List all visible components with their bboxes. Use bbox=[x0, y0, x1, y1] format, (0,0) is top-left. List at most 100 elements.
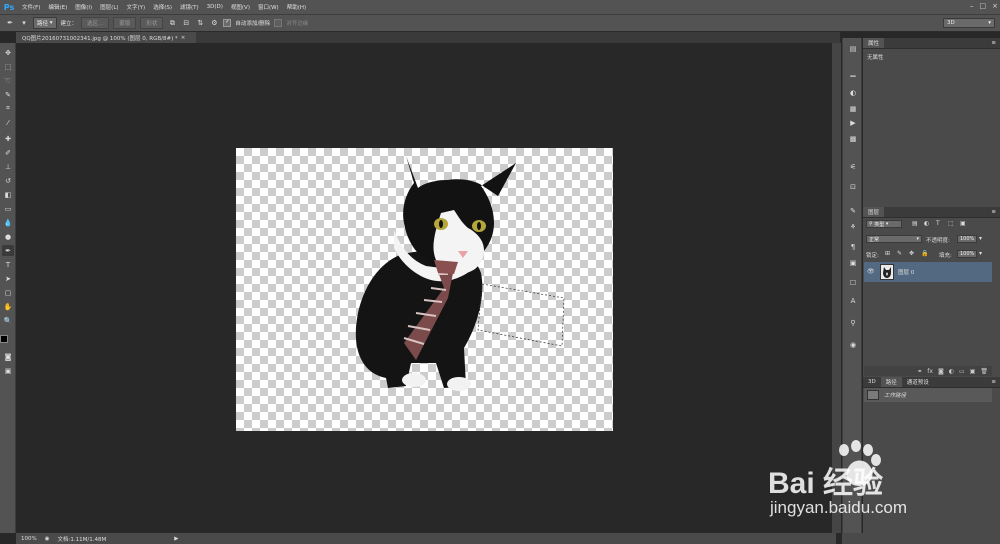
foreground-color-swatch[interactable] bbox=[0, 335, 8, 343]
status-icon[interactable]: ◉ bbox=[45, 536, 50, 542]
adjustment-layer-icon[interactable]: ◐ bbox=[949, 368, 954, 375]
filter-smart-object-icon[interactable]: ▣ bbox=[960, 220, 966, 227]
path-row[interactable]: 工作路径 bbox=[864, 388, 992, 402]
clone-stamp-tool-icon[interactable]: ⊥ bbox=[2, 161, 14, 172]
fill-dropdown-icon[interactable]: ▾ bbox=[979, 250, 982, 257]
type-tool-icon[interactable]: T bbox=[2, 259, 14, 270]
clone-source-panel-icon[interactable]: ⚘ bbox=[847, 222, 859, 232]
opacity-field[interactable]: 100% bbox=[957, 235, 977, 243]
menu-select[interactable]: 选择(S) bbox=[149, 3, 176, 11]
screen-mode-icon[interactable]: ▣ bbox=[2, 365, 14, 376]
blend-mode-select[interactable]: 正常 ▾ bbox=[866, 235, 922, 243]
menu-edit[interactable]: 编辑(E) bbox=[44, 3, 71, 11]
menu-file[interactable]: 文件(F) bbox=[18, 3, 44, 11]
move-tool-icon[interactable]: ✥ bbox=[2, 47, 14, 58]
paths-panel-menu-icon[interactable]: ≡ bbox=[991, 379, 1000, 385]
dodge-tool-icon[interactable]: ● bbox=[2, 231, 14, 242]
history-panel-icon[interactable]: ▤ bbox=[847, 44, 859, 54]
styles-panel-icon[interactable]: ▩ bbox=[847, 134, 859, 144]
canvas-document[interactable] bbox=[236, 148, 613, 431]
fill-field[interactable]: 100% bbox=[957, 250, 977, 258]
settings-gear-icon[interactable]: ⚙ bbox=[209, 18, 219, 28]
rectangle-tool-icon[interactable]: ▢ bbox=[2, 287, 14, 298]
quick-select-tool-icon[interactable]: ✎ bbox=[2, 89, 14, 100]
zoom-tool-icon[interactable]: 🔍 bbox=[2, 315, 14, 326]
menu-help[interactable]: 帮助(H) bbox=[283, 3, 310, 11]
brush-panel-icon[interactable]: ✎ bbox=[847, 206, 859, 216]
brush-tool-icon[interactable]: ✐ bbox=[2, 147, 14, 158]
history-brush-tool-icon[interactable]: ↺ bbox=[2, 175, 14, 186]
minimize-button[interactable]: – bbox=[970, 2, 974, 10]
make-mask-button[interactable]: 蒙版 bbox=[113, 17, 137, 29]
path-operations-icon[interactable]: ⧉ bbox=[167, 18, 177, 28]
actions-panel-icon[interactable]: ▶ bbox=[847, 118, 859, 128]
path-arrangement-icon[interactable]: ⇅ bbox=[195, 18, 205, 28]
eyedropper-tool-icon[interactable]: ⁄ bbox=[2, 117, 14, 128]
navigator-panel-icon[interactable]: ⊡ bbox=[847, 182, 859, 192]
lock-position-icon[interactable]: ✥ bbox=[909, 250, 914, 257]
character-styles-panel-icon[interactable]: ▣ bbox=[847, 258, 859, 268]
glyph-panel-icon[interactable]: ☐ bbox=[847, 278, 859, 288]
menu-image[interactable]: 图像(I) bbox=[71, 3, 96, 11]
delete-layer-icon[interactable]: 🗑 bbox=[980, 368, 988, 375]
panel-menu-icon[interactable]: ≡ bbox=[991, 40, 1000, 46]
histogram-panel-icon[interactable]: ▁ bbox=[847, 68, 859, 78]
tool-presets-panel-icon[interactable]: ⚲ bbox=[847, 318, 859, 328]
layer-row[interactable]: 👁 图层 0 bbox=[864, 262, 992, 282]
opacity-dropdown-icon[interactable]: ▾ bbox=[979, 235, 982, 242]
zoom-level[interactable]: 100% bbox=[21, 536, 37, 542]
blur-tool-icon[interactable]: 💧 bbox=[2, 217, 14, 228]
menu-layer[interactable]: 图层(L) bbox=[96, 3, 122, 11]
tab-channels[interactable]: 通道预设 bbox=[902, 377, 934, 387]
layer-style-icon[interactable]: fx bbox=[927, 368, 933, 375]
workspace-select[interactable]: 3D ▾ bbox=[943, 18, 995, 28]
adjustments-panel-icon[interactable]: ⚟ bbox=[847, 162, 859, 172]
close-button[interactable]: × bbox=[992, 2, 998, 10]
path-alignment-icon[interactable]: ⊟ bbox=[181, 18, 191, 28]
gradient-tool-icon[interactable]: ▭ bbox=[2, 203, 14, 214]
vertical-scrollbar[interactable] bbox=[832, 43, 841, 533]
menu-3d[interactable]: 3D(D) bbox=[203, 4, 227, 10]
lock-pixels-icon[interactable]: ✎ bbox=[897, 250, 902, 257]
path-selection-tool-icon[interactable]: ➤ bbox=[2, 273, 14, 284]
swatches-panel-icon[interactable]: ▦ bbox=[847, 104, 859, 114]
layers-panel-menu-icon[interactable]: ≡ bbox=[991, 209, 1000, 215]
document-tab[interactable]: QQ图片20160731002341.jpg @ 100% (图层 0, RGB… bbox=[16, 32, 196, 43]
hand-tool-icon[interactable]: ✋ bbox=[2, 301, 14, 312]
paragraph-panel-icon[interactable]: ¶ bbox=[847, 242, 859, 252]
menu-view[interactable]: 视图(V) bbox=[227, 3, 254, 11]
filter-pixel-icon[interactable]: ▤ bbox=[912, 220, 918, 227]
status-menu-arrow-icon[interactable]: ▶ bbox=[174, 536, 178, 542]
pen-tool-icon[interactable]: ✒ bbox=[5, 18, 15, 28]
filter-adjustment-icon[interactable]: ◐ bbox=[924, 220, 929, 227]
3d-panel-icon[interactable]: ◉ bbox=[847, 340, 859, 350]
lock-transparent-icon[interactable]: ⊞ bbox=[885, 250, 890, 257]
visibility-eye-icon[interactable]: 👁 bbox=[867, 268, 875, 275]
quick-mask-icon[interactable]: ◙ bbox=[2, 351, 14, 362]
tab-paths[interactable]: 路径 bbox=[880, 377, 902, 387]
align-edges-checkbox[interactable] bbox=[274, 19, 283, 27]
document-tab-close-icon[interactable]: × bbox=[181, 35, 186, 41]
tool-mode-select[interactable]: 路径 ▾ bbox=[33, 17, 57, 29]
properties-tab[interactable]: 属性 bbox=[863, 38, 885, 48]
character-panel-icon[interactable]: A bbox=[847, 296, 859, 306]
menu-type[interactable]: 文字(Y) bbox=[123, 3, 150, 11]
auto-add-delete-checkbox[interactable]: ✓ bbox=[223, 19, 232, 27]
eraser-tool-icon[interactable]: ◧ bbox=[2, 189, 14, 200]
group-layers-icon[interactable]: ▭ bbox=[959, 368, 965, 375]
maximize-button[interactable]: □ bbox=[980, 2, 987, 10]
lasso-tool-icon[interactable]: ➰ bbox=[2, 75, 14, 86]
make-shape-button[interactable]: 形状 bbox=[140, 17, 164, 29]
make-selection-button[interactable]: 选区... bbox=[81, 17, 110, 29]
layer-filter-select[interactable]: ⚲ 类型 ▾ bbox=[866, 220, 902, 228]
layers-tab[interactable]: 图层 bbox=[863, 207, 885, 217]
tool-preset-dropdown-icon[interactable]: ▾ bbox=[19, 18, 29, 28]
marquee-tool-icon[interactable]: ⬚ bbox=[2, 61, 14, 72]
pen-tool-active-icon[interactable]: ✒ bbox=[2, 245, 14, 256]
filter-type-icon[interactable]: T bbox=[936, 220, 940, 227]
tab-3d[interactable]: 3D bbox=[863, 377, 881, 387]
color-panel-icon[interactable]: ◐ bbox=[847, 88, 859, 98]
lock-all-icon[interactable]: 🔒 bbox=[921, 250, 928, 257]
menu-window[interactable]: 窗口(W) bbox=[254, 3, 283, 11]
healing-brush-tool-icon[interactable]: ✚ bbox=[2, 133, 14, 144]
